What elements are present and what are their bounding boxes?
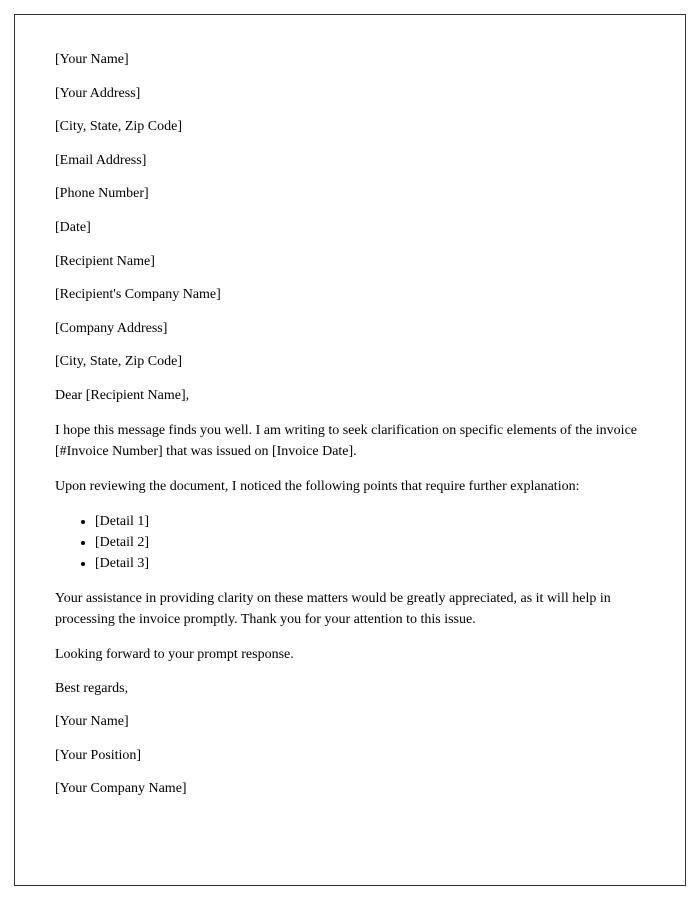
sender-name: [Your Name]	[55, 50, 645, 70]
closing-position: [Your Position]	[55, 746, 645, 766]
salutation: Dear [Recipient Name],	[55, 386, 645, 406]
recipient-name: [Recipient Name]	[55, 252, 645, 272]
closing-name: [Your Name]	[55, 712, 645, 732]
detail-item: [Detail 1]	[95, 511, 645, 532]
body-para-1: I hope this message finds you well. I am…	[55, 420, 645, 462]
closing-signoff: Best regards,	[55, 679, 645, 699]
body-para-2: Upon reviewing the document, I noticed t…	[55, 476, 645, 497]
sender-address: [Your Address]	[55, 84, 645, 104]
recipient-company: [Recipient's Company Name]	[55, 285, 645, 305]
recipient-city-state-zip: [City, State, Zip Code]	[55, 352, 645, 372]
sender-city-state-zip: [City, State, Zip Code]	[55, 117, 645, 137]
letter-date: [Date]	[55, 218, 645, 238]
recipient-address: [Company Address]	[55, 319, 645, 339]
sender-email: [Email Address]	[55, 151, 645, 171]
sender-phone: [Phone Number]	[55, 184, 645, 204]
letter-page: [Your Name] [Your Address] [City, State,…	[14, 14, 686, 886]
body-para-4: Looking forward to your prompt response.	[55, 644, 645, 665]
detail-item: [Detail 2]	[95, 532, 645, 553]
body-para-3: Your assistance in providing clarity on …	[55, 588, 645, 630]
details-list: [Detail 1] [Detail 2] [Detail 3]	[95, 511, 645, 574]
detail-item: [Detail 3]	[95, 553, 645, 574]
closing-company: [Your Company Name]	[55, 779, 645, 799]
